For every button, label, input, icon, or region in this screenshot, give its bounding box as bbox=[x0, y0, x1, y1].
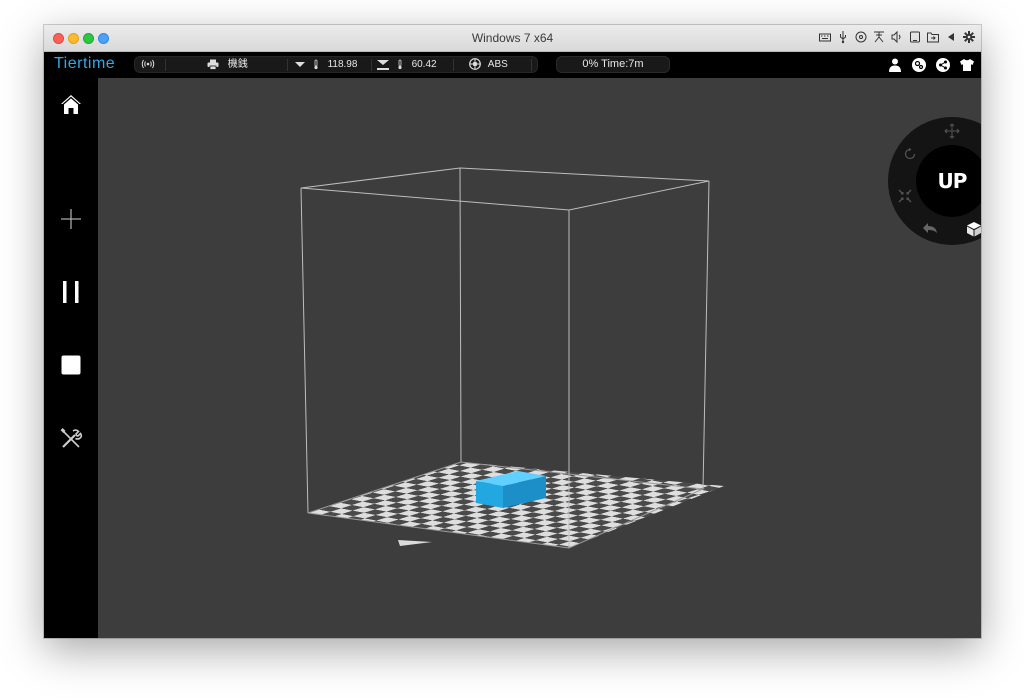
home-button[interactable] bbox=[56, 90, 86, 120]
share-icon[interactable] bbox=[935, 57, 951, 73]
home-icon bbox=[61, 95, 81, 114]
app-topbar: Tiertime 機銭 118.98 60.42 ABS 0% Time:7m bbox=[44, 52, 981, 78]
move-icon[interactable] bbox=[944, 123, 960, 139]
wireless-icon[interactable] bbox=[141, 58, 155, 72]
printer-selector[interactable]: 機銭 bbox=[207, 58, 248, 72]
radial-tool-menu: UP bbox=[888, 117, 981, 245]
progress-text: 0% Time:7m bbox=[582, 58, 644, 70]
shirt-icon[interactable] bbox=[959, 57, 975, 73]
nozzle-temperature: 118.98 bbox=[295, 58, 357, 72]
usb-icon[interactable] bbox=[837, 30, 849, 44]
pause-icon bbox=[63, 281, 79, 303]
nozzle-icon bbox=[295, 62, 305, 68]
add-icon bbox=[61, 209, 81, 229]
nozzle-temp-value: 118.98 bbox=[327, 59, 358, 70]
printer-icon bbox=[207, 59, 219, 70]
user-icon[interactable] bbox=[887, 57, 903, 73]
rotate-icon[interactable] bbox=[903, 147, 917, 161]
bed-icon bbox=[377, 59, 389, 70]
tools-button[interactable] bbox=[56, 424, 86, 454]
sound-icon[interactable] bbox=[891, 30, 903, 44]
build-platform bbox=[308, 462, 724, 548]
add-model-button[interactable] bbox=[56, 204, 86, 234]
cube-icon[interactable] bbox=[966, 221, 981, 237]
material-selector[interactable]: ABS bbox=[469, 58, 508, 72]
stop-button[interactable] bbox=[56, 350, 86, 380]
print-progress: 0% Time:7m bbox=[556, 56, 670, 73]
vm-toolbar-icons bbox=[819, 30, 975, 47]
settings-icon[interactable] bbox=[911, 57, 927, 73]
shared-folder-icon[interactable] bbox=[927, 30, 939, 44]
undo-icon[interactable] bbox=[922, 221, 938, 235]
3d-viewport[interactable]: UP bbox=[98, 78, 981, 638]
printer-name: 機銭 bbox=[227, 59, 248, 70]
bed-temp-value: 60.42 bbox=[411, 59, 437, 70]
up-logo-label: UP bbox=[937, 169, 968, 193]
printer-status-strip: 機銭 118.98 60.42 ABS bbox=[134, 56, 538, 73]
network-icon[interactable] bbox=[873, 30, 885, 44]
tiertime-logo: Tiertime bbox=[54, 55, 116, 72]
thermometer-icon bbox=[398, 59, 402, 69]
collapse-icon[interactable] bbox=[945, 30, 957, 44]
front-indicator-icon bbox=[398, 540, 432, 546]
keyboard-icon[interactable] bbox=[819, 30, 831, 44]
thermometer-icon bbox=[314, 59, 318, 69]
pause-button[interactable] bbox=[56, 277, 86, 307]
disc-icon[interactable] bbox=[855, 30, 867, 44]
material-spool-icon bbox=[469, 58, 481, 71]
topbar-right-icons bbox=[887, 57, 975, 73]
up-center-button[interactable]: UP bbox=[916, 145, 981, 217]
left-sidebar bbox=[44, 78, 98, 638]
scale-icon[interactable] bbox=[898, 189, 912, 203]
tools-icon bbox=[60, 428, 83, 448]
material-value: ABS bbox=[487, 59, 508, 70]
vm-settings-icon[interactable] bbox=[963, 30, 975, 44]
build-volume-scene bbox=[300, 167, 724, 549]
app-window: Windows 7 x64 Tiertime 機銭 118.98 60.42 A… bbox=[44, 25, 981, 638]
bed-temperature: 60.42 bbox=[377, 58, 437, 72]
window-titlebar: Windows 7 x64 bbox=[44, 25, 981, 52]
stop-icon bbox=[61, 355, 81, 375]
tablet-icon[interactable] bbox=[909, 30, 921, 44]
